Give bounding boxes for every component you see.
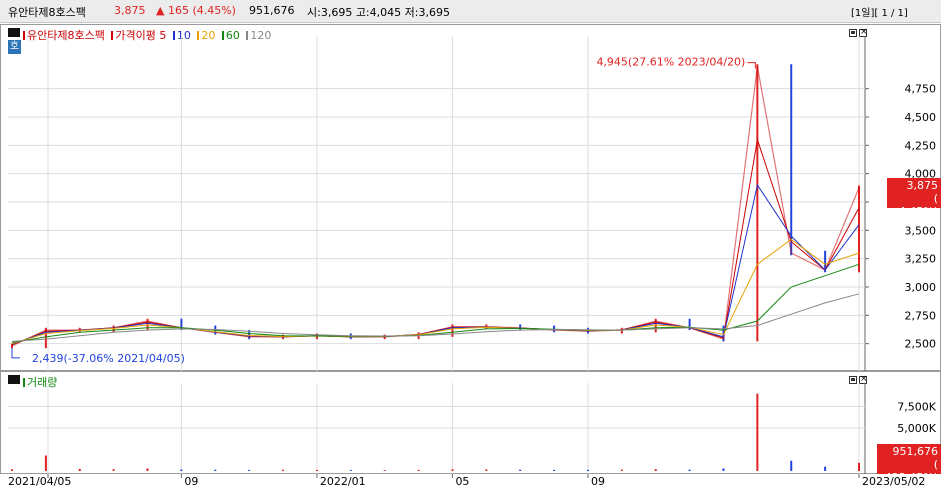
y-tick-label: 4,250 (905, 139, 937, 152)
x-axis: 2021/04/05 09 2022/01 05 09 2023/05/02 (8, 474, 925, 488)
last-price-value: 3,875 (906, 179, 939, 192)
y-tick-label: 4,500 (905, 111, 937, 124)
max-annotation: 4,945(27.61% 2023/04/20) (596, 56, 745, 69)
price-chart: 2,5002,7503,0003,2503,5003,7504,0004,250… (8, 36, 937, 371)
ohl-values: 시:3,695 고:4,045 저:3,695 (307, 6, 450, 19)
last-volume-value: 951,676 (892, 445, 939, 458)
last-price-badge: 3,875 ( 4.45%) (887, 178, 941, 218)
y-tick-label: 2,500 (905, 338, 937, 351)
y-tick-label: 3,250 (905, 253, 937, 266)
x-tick-label: 2023/05/02 (862, 475, 925, 488)
x-tick-label: 05 (455, 475, 469, 488)
current-price: 3,875 (114, 4, 146, 17)
min-annotation-pointer (11, 347, 20, 359)
y-tick-label: 5,000K (897, 422, 936, 435)
stock-name[interactable]: 유안타제8호스팩 (8, 4, 86, 20)
price-change: ▲ 165 (4.45%) (156, 4, 236, 17)
last-volume-badge: 951,676 ( 423.45%) (877, 444, 941, 484)
quote-header: 유안타제8호스팩 3,875 ▲ 165 (4.45%) 951,676 시:3… (0, 0, 941, 23)
series-line-ma5 (11, 139, 860, 346)
x-tick-label: 09 (591, 475, 605, 488)
y-tick-label: 7,500K (897, 401, 936, 414)
last-change-value: ( 4.45%) (898, 192, 938, 218)
volume-chart: 5,000K 7,500K (8, 383, 937, 474)
series-line-ma10 (11, 183, 860, 345)
y-tick-label: 3,500 (905, 224, 937, 237)
y-tick-label: 2,750 (905, 309, 937, 322)
volume-panel: 거래량 5,000K7,500K 951,676 ( 423.45%) (0, 371, 941, 484)
period-indicator[interactable]: [1일][ 1 / 1] (851, 4, 908, 19)
price-panel: 호 유안타제8호스팩 가격이평 5 10 20 60 120 2,5002,75… (0, 24, 941, 371)
series-line-price (11, 66, 860, 347)
volume-value: 951,676 (249, 4, 295, 17)
max-annotation-pointer (747, 62, 756, 69)
min-annotation: 2,439(-37.06% 2021/04/05) (32, 352, 185, 365)
y-tick-label: 3,000 (905, 281, 937, 294)
y-tick-label: 4,750 (905, 83, 937, 96)
x-tick-label: 2021/04/05 (8, 475, 71, 488)
x-tick-label: 09 (184, 475, 198, 488)
x-tick-label: 2022/01 (320, 475, 366, 488)
